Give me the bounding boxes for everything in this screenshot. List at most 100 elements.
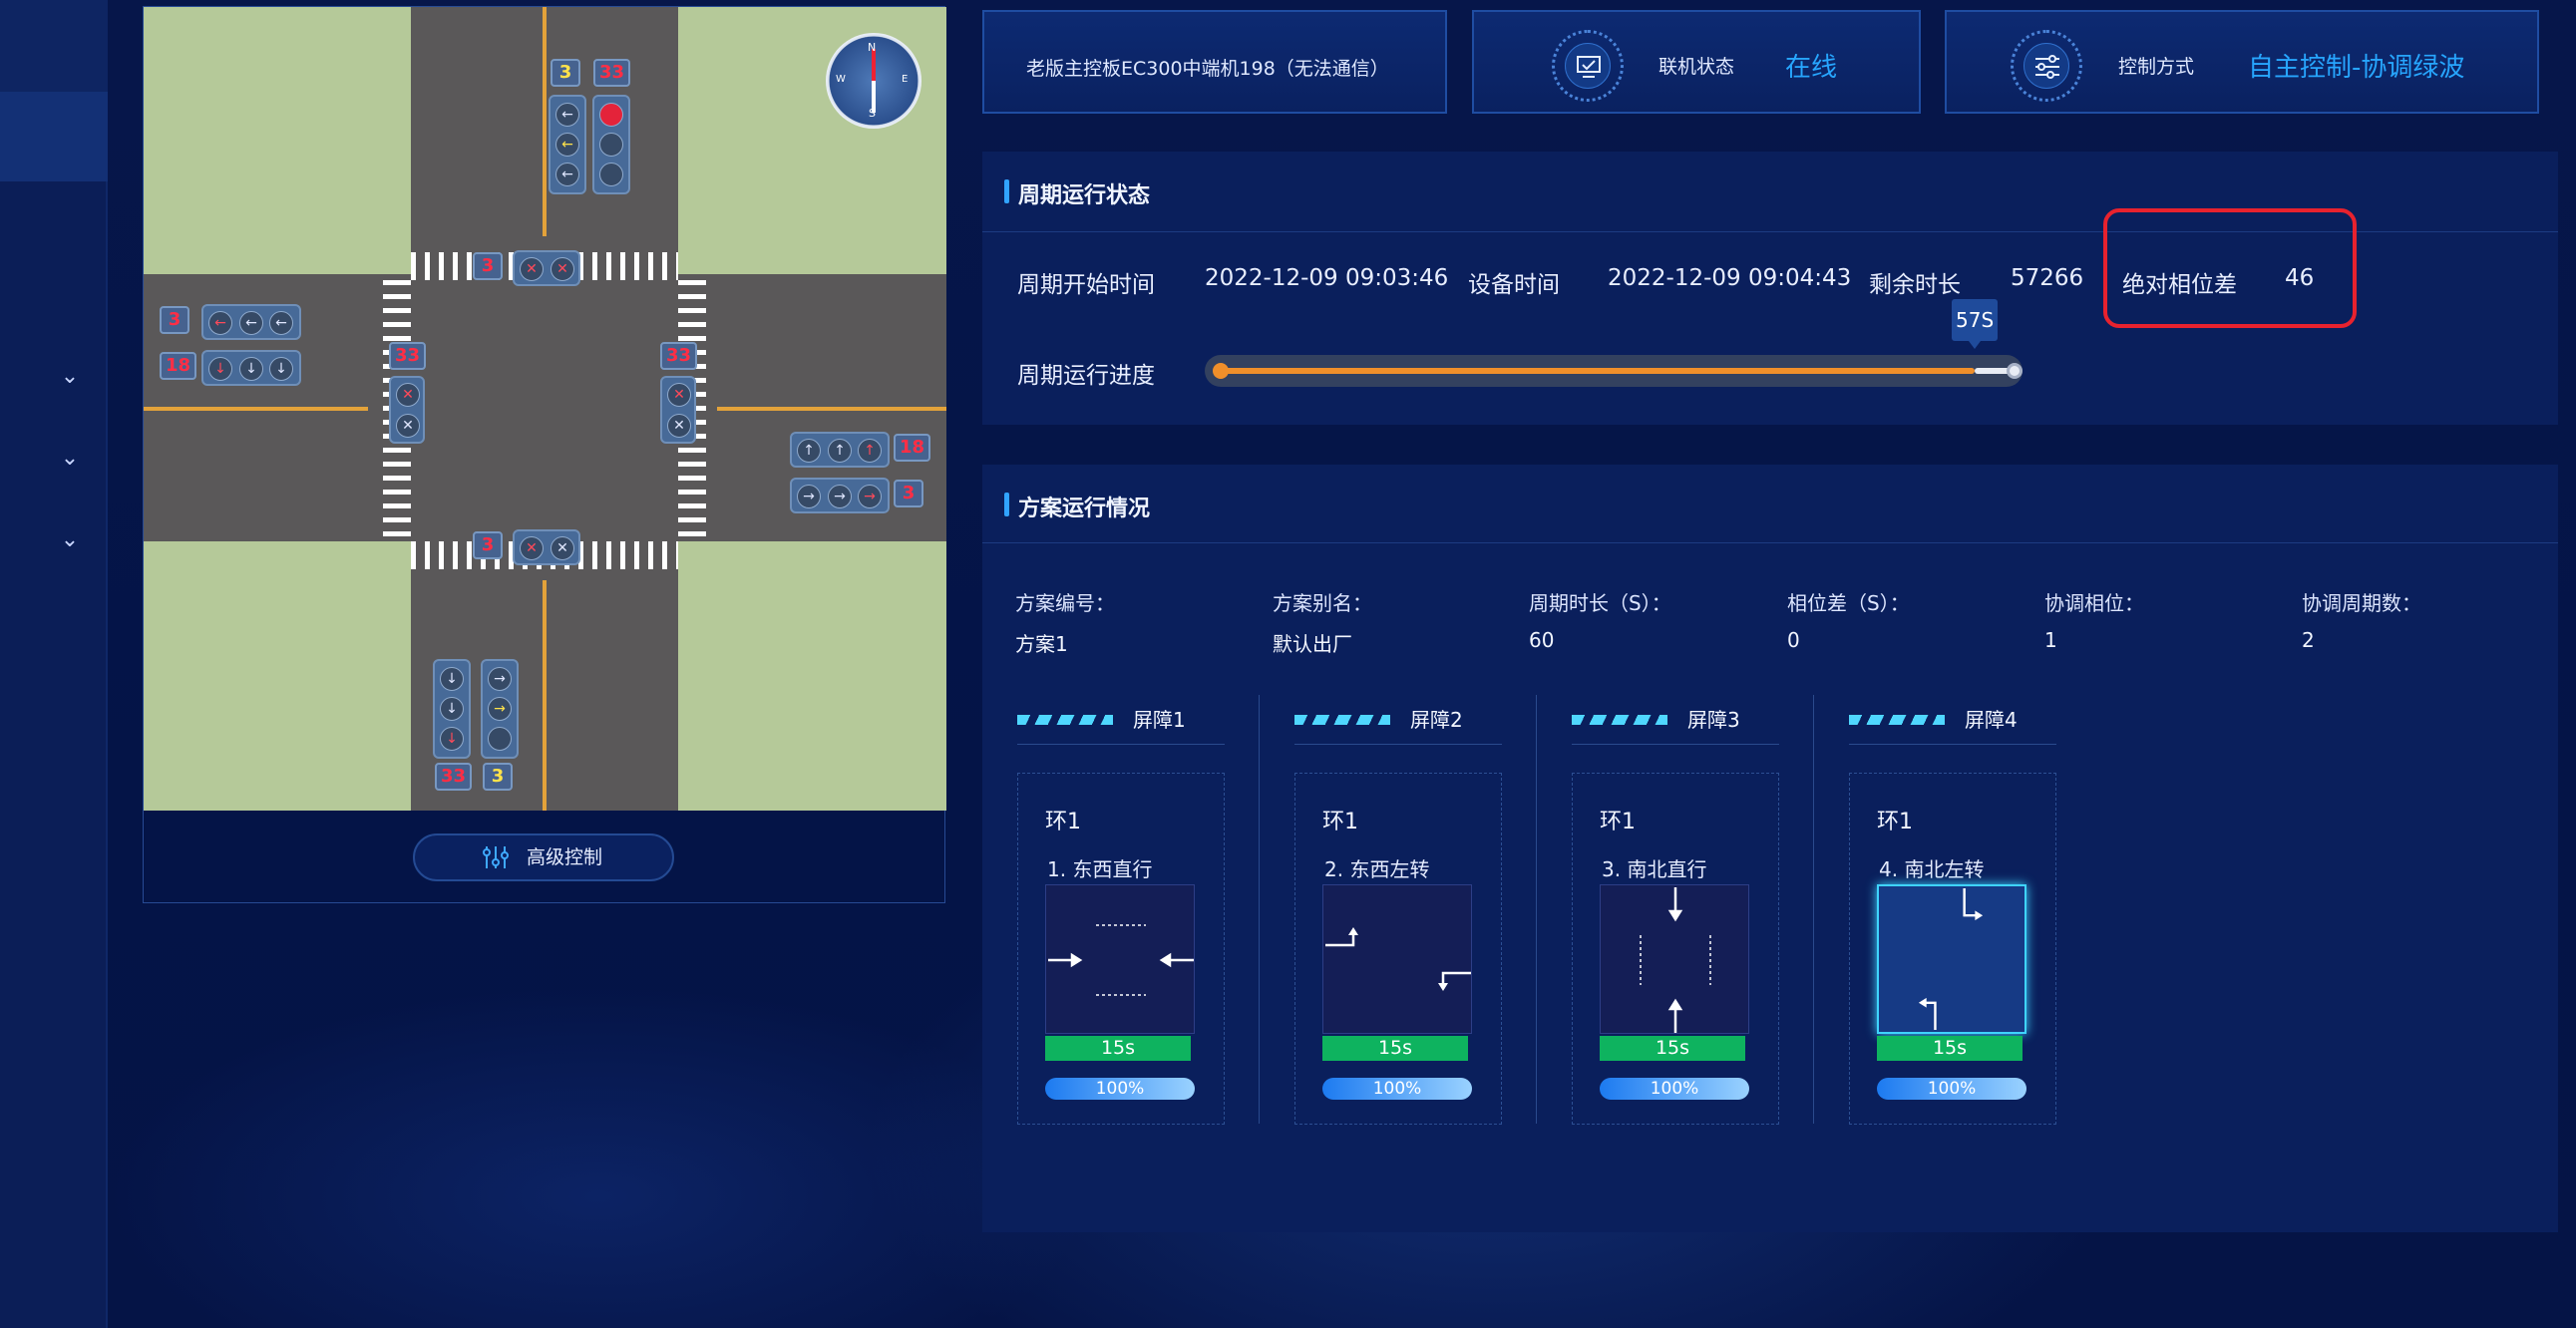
phase-card-3[interactable]: 环1 3. 南北直行 15s 100% [1572, 773, 1779, 1125]
barrier-separator [1259, 695, 1260, 1124]
west-signal-box-1: ← ← ← [201, 304, 301, 340]
plan-field-offset: 相位差（S）： 0 [1787, 591, 1910, 652]
right-arrow-icon: → [797, 485, 821, 508]
south-signal-box-2: → → [481, 659, 519, 759]
online-status-card: 联机状态 在线 [1472, 10, 1921, 114]
online-status-label: 联机状态 [1658, 56, 1735, 78]
south-ped-signal: ✕ ✕ [513, 529, 580, 565]
pedestrian-icon: ✕ [520, 536, 544, 560]
sidebar-top-block [0, 0, 108, 92]
control-mode-card: 控制方式 自主控制-协调绿波 [1945, 10, 2539, 114]
phase-time: 15s [1877, 1036, 2023, 1061]
device-card: 老版主控板EC300中端机198（无法通信） [982, 10, 1447, 114]
phase-name: 2. 东西左转 [1324, 857, 1430, 881]
advanced-control-label: 高级控制 [527, 846, 603, 868]
intersection-panel: 3 33 ← ← ← 3 ✕ ✕ 3 ← ← ← 18 ↓ ↓ ↓ 33 ✕ ✕… [143, 6, 946, 903]
ring-label: 环1 [1322, 810, 1358, 834]
online-status-value: 在线 [1785, 53, 1838, 83]
compass-west-label: W [836, 74, 846, 85]
north-yellow-countdown: 3 [551, 59, 580, 87]
pedestrian-icon: ✕ [667, 414, 691, 438]
light-off-icon [488, 727, 512, 751]
phase-diagram-east-west-straight [1045, 884, 1195, 1034]
pedestrian-icon: ✕ [396, 414, 420, 438]
left-arrow-icon: ← [239, 311, 263, 335]
pedestrian-icon: ✕ [551, 257, 574, 281]
phase-card-2[interactable]: 环1 2. 东西左转 15s 100% [1294, 773, 1502, 1125]
east-bottom-countdown: 3 [894, 480, 923, 507]
phase-diagram-north-south-straight [1600, 884, 1749, 1034]
west-signal-box-2: ↓ ↓ ↓ [201, 350, 301, 386]
phase-time: 15s [1322, 1036, 1468, 1061]
phase-percent: 100% [1600, 1078, 1749, 1100]
compass-east-label: E [902, 74, 909, 85]
compass-needle [872, 49, 876, 113]
compass-icon: N S W E [826, 33, 921, 129]
south-ped-countdown: 3 [473, 531, 503, 559]
offset-highlight-box [2103, 208, 2357, 328]
intersection-map: 3 33 ← ← ← 3 ✕ ✕ 3 ← ← ← 18 ↓ ↓ ↓ 33 ✕ ✕… [144, 7, 946, 811]
plan-field-number: 方案编号： 方案1 [1015, 591, 1115, 656]
chevron-down-icon[interactable]: ⌄ [58, 528, 82, 552]
north-ped-countdown: 3 [473, 252, 503, 280]
plan-field-coord-cycles: 协调周期数： 2 [2302, 591, 2421, 652]
left-arrow-icon: ← [555, 133, 579, 157]
phase-card-1[interactable]: 环1 1. 东西直行 15s 100% [1017, 773, 1225, 1125]
up-arrow-icon: ↑ [797, 439, 821, 463]
chevron-down-icon[interactable]: ⌄ [58, 365, 82, 389]
plan-field-cycle: 周期时长（S）： 60 [1529, 591, 1671, 652]
center-line [543, 7, 547, 236]
progress-start-dot [1213, 363, 1229, 379]
cycle-progress-label: 周期运行进度 [1017, 363, 1155, 389]
down-arrow-icon: ↓ [440, 667, 464, 691]
plan-title: 方案运行情况 [1004, 491, 1150, 522]
settings-icon [2011, 30, 2082, 102]
left-arrow-icon: ← [269, 311, 293, 335]
progress-end-dot[interactable] [2007, 363, 2023, 379]
chevron-down-icon[interactable]: ⌄ [58, 447, 82, 471]
right-arrow-icon: → [858, 485, 882, 508]
left-arrow-icon: ← [555, 103, 579, 127]
down-arrow-icon: ↓ [440, 727, 464, 751]
down-arrow-icon: ↓ [269, 357, 293, 381]
east-ped-signal: ✕ ✕ [660, 376, 696, 444]
sidebar-selected-item[interactable] [0, 92, 108, 181]
sliders-icon [483, 846, 509, 868]
device-time-label: 设备时间 [1468, 272, 1560, 298]
light-off-icon [599, 163, 623, 186]
south-red-countdown: 33 [435, 763, 473, 791]
remaining-label: 剩余时长 [1869, 272, 1961, 298]
center-line [543, 580, 547, 811]
plan-field-alias: 方案别名： 默认出厂 [1273, 591, 1372, 656]
cycle-start-value: 2022-12-09 09:03:46 [1205, 265, 1449, 291]
north-red-countdown: 33 [593, 59, 631, 87]
cycle-progress-fill [1219, 368, 1976, 374]
east-top-countdown: 18 [894, 434, 931, 462]
phase-card-4[interactable]: 环1 4. 南北左转 15s 100% [1849, 773, 2056, 1125]
plan-field-coord-phase: 协调相位： 1 [2044, 591, 2144, 652]
ring-label: 环1 [1045, 810, 1081, 834]
pedestrian-icon: ✕ [520, 257, 544, 281]
phase-time: 15s [1600, 1036, 1745, 1061]
south-signal-box-1: ↓ ↓ ↓ [433, 659, 471, 759]
center-line [144, 407, 368, 411]
monitor-icon [1552, 30, 1624, 102]
phase-diagram-east-west-left [1322, 884, 1472, 1034]
pedestrian-icon: ✕ [396, 383, 420, 407]
east-signal-box-2: → → → [790, 478, 890, 513]
east-ped-countdown: 33 [660, 342, 698, 370]
device-name: 老版主控板EC300中端机198（无法通信） [1026, 58, 1389, 80]
east-signal-box-1: ↑ ↑ ↑ [790, 432, 890, 468]
south-yellow-countdown: 3 [483, 763, 513, 791]
control-mode-label: 控制方式 [2118, 56, 2195, 78]
control-mode-value: 自主控制-协调绿波 [2248, 53, 2465, 83]
right-arrow-icon: → [828, 485, 852, 508]
ring-label: 环1 [1877, 810, 1913, 834]
remaining-value: 57266 [2011, 265, 2084, 291]
progress-tooltip: 57S [1952, 299, 1999, 349]
advanced-control-button[interactable]: 高级控制 [413, 833, 674, 881]
pedestrian-icon: ✕ [667, 383, 691, 407]
right-arrow-icon: → [488, 667, 512, 691]
phase-time: 15s [1045, 1036, 1191, 1061]
barrier-separator [1813, 695, 1814, 1124]
